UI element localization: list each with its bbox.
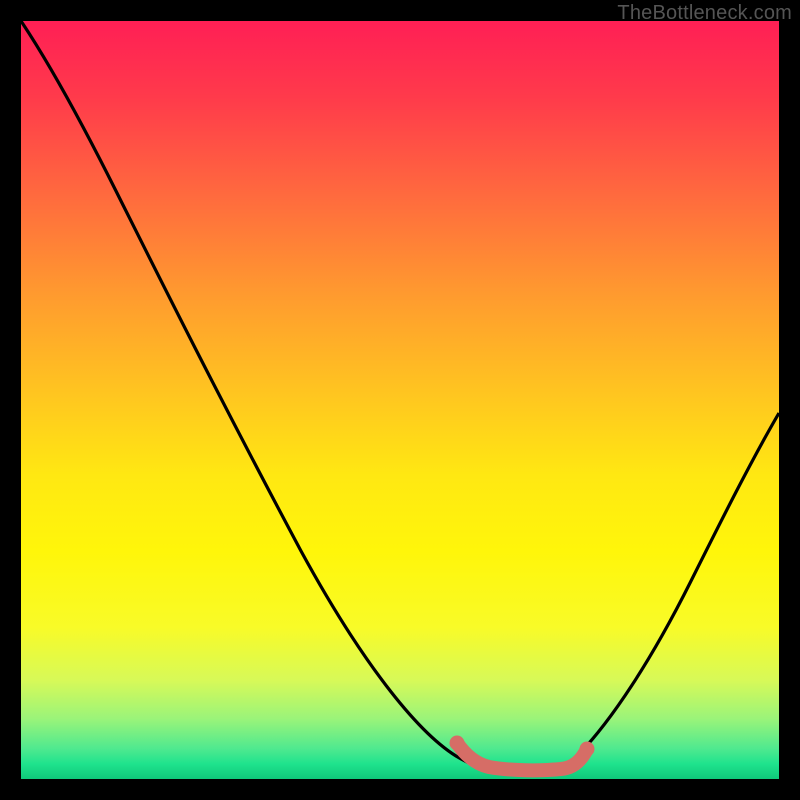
curve-layer — [21, 21, 779, 779]
plot-area — [21, 21, 779, 779]
chart-stage: TheBottleneck.com — [0, 0, 800, 800]
attribution-label: TheBottleneck.com — [617, 2, 792, 25]
highlight-dot-left — [450, 736, 465, 751]
curve-left-branch — [21, 21, 479, 767]
highlight-valley — [457, 743, 587, 770]
curve-right-branch — [579, 413, 779, 754]
highlight-dot-right — [580, 742, 595, 757]
